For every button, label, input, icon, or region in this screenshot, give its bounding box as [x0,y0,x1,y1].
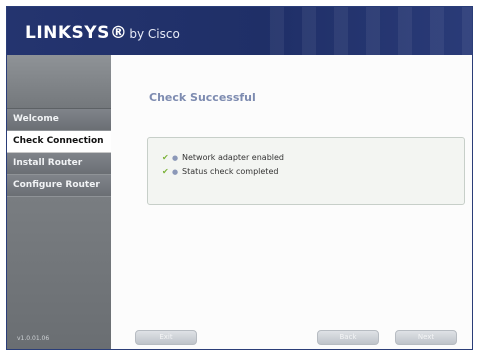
back-button[interactable]: Back [317,330,379,345]
main-content: Check Successful ✔ ● Network adapter enabl… [111,55,472,349]
sidebar-item-label: Welcome [13,114,59,124]
status-box: ✔ ● Network adapter enabled ✔ ● Status check… [147,137,465,205]
linksys-logo: LINKSYS® by Cisco [25,23,180,43]
status-text: Network adapter enabled [182,153,284,162]
page-title: Check Successful [149,91,256,104]
version-label: v1.0.01.06 [17,335,50,342]
sidebar-nav: Welcome Check Connection Install Router … [7,109,111,197]
sidebar-item-label: Check Connection [13,136,104,146]
sidebar-item-label: Configure Router [13,180,100,190]
next-button[interactable]: Next [395,330,457,345]
logo-brand: LINKSYS® [25,23,128,43]
status-text: Status check completed [182,167,279,176]
sidebar: Welcome Check Connection Install Router … [7,55,111,349]
sidebar-item-configure-router[interactable]: Configure Router [7,175,111,197]
status-row: ✔ ● Status check completed [162,167,278,179]
sidebar-item-check-connection[interactable]: Check Connection [7,131,111,153]
sidebar-top-panel [7,55,111,109]
checkmark-icon: ✔ [162,153,169,162]
logo-sub: by Cisco [129,27,180,41]
sidebar-item-label: Install Router [13,158,83,168]
header-decoration [252,7,472,55]
checkmark-icon: ✔ [162,167,169,176]
sidebar-item-welcome[interactable]: Welcome [7,109,111,131]
exit-button[interactable]: Exit [135,330,197,345]
header-bar: LINKSYS® by Cisco [7,7,472,55]
setup-window: LINKSYS® by Cisco Welcome Check Connectio… [6,6,473,350]
bullet-icon: ● [172,168,179,176]
sidebar-item-install-router[interactable]: Install Router [7,153,111,175]
status-row: ✔ ● Network adapter enabled [162,153,284,165]
bullet-icon: ● [172,154,179,162]
